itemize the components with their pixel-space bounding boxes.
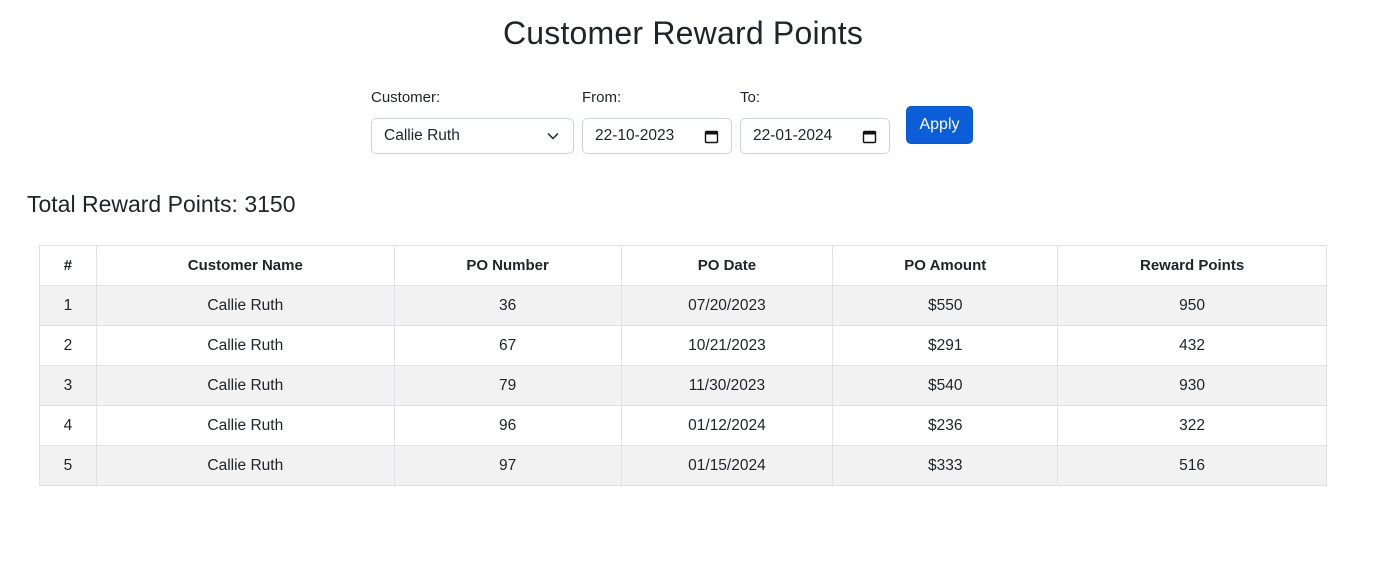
customer-select-value: Callie Ruth <box>384 127 460 144</box>
from-date-value: 22-10-2023 <box>595 127 675 144</box>
table-cell: Callie Ruth <box>95 405 395 446</box>
customer-label: Customer: <box>371 89 441 106</box>
table-row: 3 Callie Ruth 79 11/30/2023 $540 930 <box>39 365 1327 406</box>
table-cell: Callie Ruth <box>95 445 395 486</box>
table-row: 2 Callie Ruth 67 10/21/2023 $291 432 <box>39 325 1327 366</box>
table-cell: 36 <box>393 285 622 326</box>
table-row: 4 Callie Ruth 96 01/12/2024 $236 322 <box>39 405 1327 446</box>
column-header: # <box>39 245 97 286</box>
table-cell: 1 <box>39 285 97 326</box>
table-cell: $236 <box>832 405 1059 446</box>
page: Customer Reward Points Customer: Callie … <box>0 0 1382 561</box>
column-header: Customer Name <box>95 245 395 286</box>
table-cell: 5 <box>39 445 97 486</box>
table-cell: 01/15/2024 <box>620 445 834 486</box>
table-header: # Customer Name PO Number PO Date PO Amount R… <box>39 245 1327 286</box>
column-header: PO Amount <box>832 245 1059 286</box>
table-cell: $540 <box>832 365 1059 406</box>
to-label: To: <box>740 89 761 106</box>
table-cell: 4 <box>39 405 97 446</box>
to-date-input[interactable]: 22-01-2024 <box>740 118 890 154</box>
page-title: Customer Reward Points <box>502 15 864 51</box>
table-cell: $333 <box>832 445 1059 486</box>
table-row: 5 Callie Ruth 97 01/15/2024 $333 516 <box>39 445 1327 486</box>
table-header-row: # Customer Name PO Number PO Date PO Amount R… <box>39 245 1327 286</box>
table-cell: 11/30/2023 <box>620 365 834 406</box>
apply-button[interactable]: Apply <box>906 106 973 144</box>
table-cell: $291 <box>832 325 1059 366</box>
chevron-down-icon <box>545 128 561 144</box>
calendar-icon[interactable] <box>861 128 877 144</box>
from-date-filter: From: 22-10-2023 <box>582 88 732 154</box>
table-cell: Callie Ruth <box>95 365 395 406</box>
to-date-value: 22-01-2024 <box>753 127 833 144</box>
purchase-orders-table: # Customer Name PO Number PO Date PO Amount R… <box>39 245 1327 486</box>
table-cell: $550 <box>832 285 1059 326</box>
column-header: PO Date <box>620 245 834 286</box>
table-cell: 67 <box>393 325 622 366</box>
customer-filter: Customer: Callie Ruth <box>371 88 574 154</box>
table-cell: 79 <box>393 365 622 406</box>
table-cell: 930 <box>1057 365 1327 406</box>
table-cell: 07/20/2023 <box>620 285 834 326</box>
table-cell: 3 <box>39 365 97 406</box>
table-cell: 322 <box>1057 405 1327 446</box>
table-cell: 97 <box>393 445 622 486</box>
table-cell: 2 <box>39 325 97 366</box>
calendar-icon[interactable] <box>703 128 719 144</box>
table-cell: Callie Ruth <box>95 325 395 366</box>
table-cell: 432 <box>1057 325 1327 366</box>
customer-select[interactable]: Callie Ruth <box>371 118 574 154</box>
table-row: 1 Callie Ruth 36 07/20/2023 $550 950 <box>39 285 1327 326</box>
from-label: From: <box>582 89 622 106</box>
table-cell: 96 <box>393 405 622 446</box>
column-header: Reward Points <box>1057 245 1327 286</box>
table-cell: 516 <box>1057 445 1327 486</box>
table-cell: 10/21/2023 <box>620 325 834 366</box>
from-date-input[interactable]: 22-10-2023 <box>582 118 732 154</box>
total-reward-points: Total Reward Points: 3150 <box>27 191 296 217</box>
column-header: PO Number <box>393 245 622 286</box>
table-cell: 950 <box>1057 285 1327 326</box>
table-cell: 01/12/2024 <box>620 405 834 446</box>
table-cell: Callie Ruth <box>95 285 395 326</box>
to-date-filter: To: 22-01-2024 <box>740 88 890 154</box>
table-body: 1 Callie Ruth 36 07/20/2023 $550 950 2 Callie R… <box>39 285 1327 486</box>
